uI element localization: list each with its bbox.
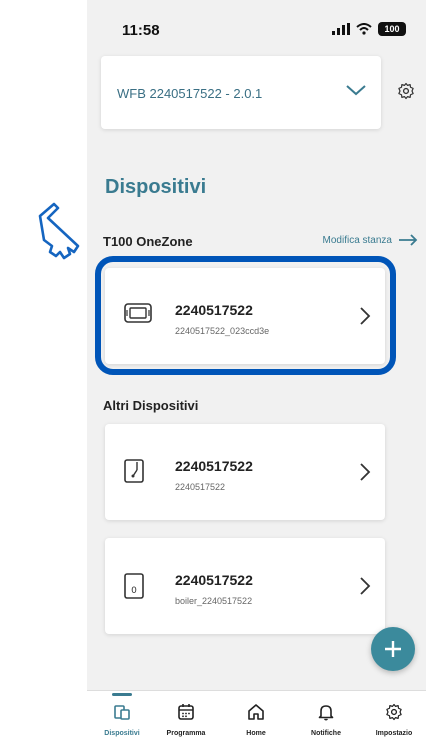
tab-label: Home [246,730,266,737]
tab-programma[interactable]: Programma [154,703,218,737]
tab-impostazioni[interactable]: Impostazio [362,703,426,737]
phone-screen: 11:58 100 WFB 2240517522 - 2.0.1 Disposi… [87,0,426,748]
chevron-down-icon [346,85,366,96]
signal-icon [332,23,350,35]
status-time: 11:58 [122,22,160,39]
device-subtitle: boiler_2240517522 [175,596,253,606]
tab-dispositivi[interactable]: Dispositivi [90,693,154,737]
highlight-frame [95,256,396,375]
chevron-right-icon [360,463,371,481]
edit-room-link[interactable]: Modifica stanza [323,234,418,246]
status-bar: 11:58 100 [87,0,426,56]
status-icons: 100 [332,22,406,36]
settings-gear-icon[interactable] [397,82,415,100]
device-card-boiler[interactable]: 0 2240517522 boiler_2240517522 [105,538,385,634]
tab-label: Programma [166,730,206,737]
tab-label: Dispositivi [104,730,140,737]
page-title: Dispositivi [105,176,207,198]
device-title: 2240517522 [175,458,253,474]
edit-room-label: Modifica stanza [322,234,392,246]
tab-label: Notifiche [311,730,341,737]
tab-home[interactable]: Home [224,703,288,737]
add-device-button[interactable] [371,627,415,671]
device-card-module[interactable]: 2240517522 2240517522 [105,424,385,520]
plus-icon [385,641,401,657]
active-tab-indicator [112,693,132,696]
device-selector-label: WFB 2240517522 - 2.0.1 [117,86,263,101]
battery-indicator: 100 [378,22,406,36]
pointing-hand-icon [38,202,80,260]
other-devices-title: Altri Dispositivi [103,398,199,413]
home-icon [248,704,264,720]
devices-icon [114,705,130,720]
bottom-tab-bar: Dispositivi Programma Home Notifiche Imp… [87,690,426,748]
chevron-right-icon [360,577,371,595]
gear-icon [386,703,402,721]
boiler-icon: 0 [124,573,144,599]
bell-icon [318,705,334,721]
device-title: 2240517522 [175,572,253,588]
tab-notifiche[interactable]: Notifiche [294,703,358,737]
device-module-icon [124,459,144,483]
arrow-right-icon [399,234,418,246]
wifi-icon [356,23,372,35]
device-subtitle: 2240517522 [175,482,226,492]
tab-label: Impostazio [375,730,413,737]
zone-name: T100 OneZone [103,234,193,249]
calendar-icon [178,704,194,720]
device-selector[interactable]: WFB 2240517522 - 2.0.1 [101,56,381,129]
svg-text:0: 0 [131,586,137,596]
